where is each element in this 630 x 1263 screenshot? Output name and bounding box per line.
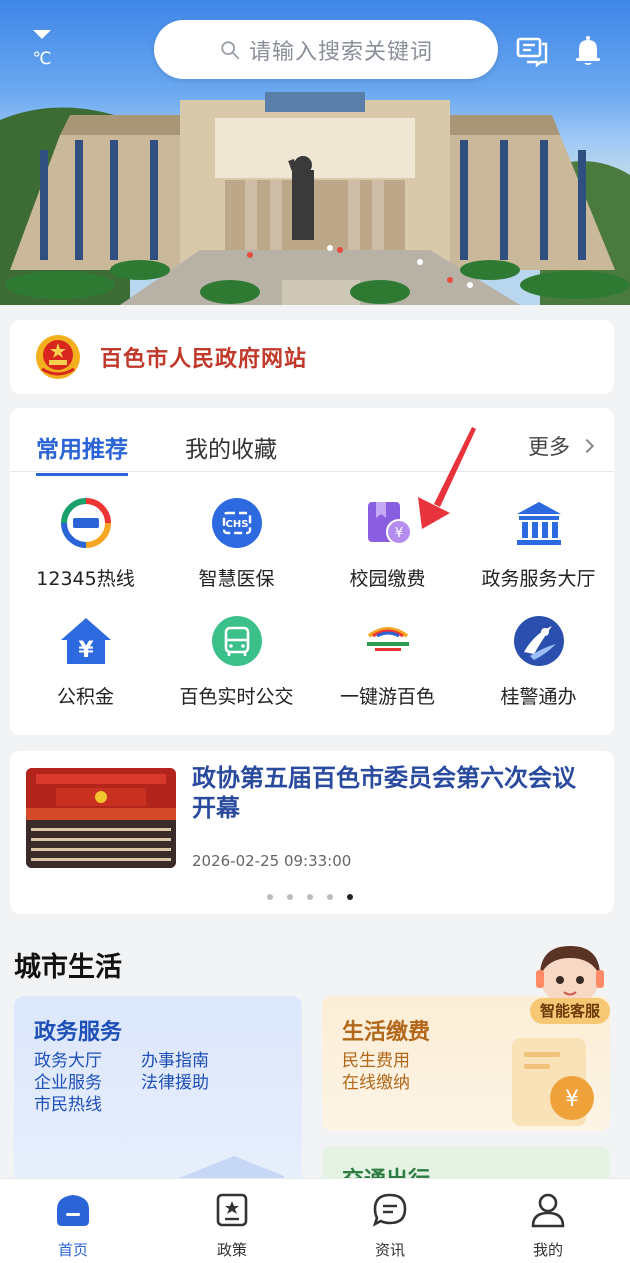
service-tourism[interactable]: 一键游百色 [312, 614, 463, 709]
link-legal-aid[interactable]: 法律援助 [141, 1072, 248, 1094]
service-bus[interactable]: 百色实时公交 [161, 614, 312, 709]
link-guide[interactable]: 办事指南 [141, 1050, 248, 1072]
carousel-indicator [267, 894, 353, 900]
housing-fund-icon: ¥ [60, 618, 111, 664]
carousel-dot[interactable] [327, 894, 333, 900]
tab-favorites-label: 我的收藏 [185, 437, 277, 463]
svg-text:¥: ¥ [565, 1087, 579, 1112]
svg-text:CHS: CHS [225, 519, 248, 530]
bell-icon[interactable] [571, 34, 605, 68]
news-title: 政协第五届百色市委员会第六次会议开幕 [192, 764, 576, 822]
gov-service-tile[interactable]: 政务服务 政务大厅 办事指南 企业服务 法律援助 市民热线 [14, 996, 302, 1196]
tourism-icon [366, 627, 409, 651]
nav-profile-label: 我的 [532, 1241, 563, 1259]
more-button[interactable]: 更多 [528, 431, 595, 461]
service-government-hall[interactable]: 政务服务大厅 [463, 496, 614, 591]
police-service-icon [513, 616, 564, 666]
user-icon [531, 1193, 565, 1228]
section-title-city-life: 城市生活 [14, 952, 122, 983]
service-label: 百色实时公交 [179, 686, 294, 708]
carousel-dot[interactable] [287, 894, 293, 900]
service-label: 桂警通办 [500, 686, 577, 708]
tab-favorites[interactable]: 我的收藏 [185, 430, 277, 464]
tab-recommended[interactable]: 常用推荐 [36, 430, 128, 476]
gov-service-title: 政务服务 [34, 1020, 123, 1045]
nav-policy[interactable]: 政策 [182, 1191, 282, 1260]
hero-banner: ℃ 请输入搜索关键词 [0, 0, 630, 305]
nav-home[interactable]: 首页 [23, 1191, 123, 1260]
services-tabs: 常用推荐 我的收藏 更多 [10, 408, 614, 476]
chevron-right-icon [579, 438, 595, 454]
service-label: 智慧医保 [198, 568, 275, 590]
service-label: 校园缴费 [349, 568, 426, 590]
tab-recommended-label: 常用推荐 [36, 437, 128, 463]
search-bar[interactable]: 请输入搜索关键词 [154, 20, 498, 79]
payment-desc-2: 在线缴纳 [342, 1073, 410, 1093]
nav-home-label: 首页 [57, 1241, 88, 1259]
gov-website-name: 百色市人民政府网站 [100, 347, 308, 372]
payment-desc-1: 民生费用 [342, 1051, 410, 1071]
service-label: 12345热线 [36, 568, 135, 590]
gov-website-card[interactable]: 百色市人民政府网站 [10, 320, 614, 394]
red-arrow-annotation [418, 427, 476, 529]
campus-payment-icon: ¥ [367, 502, 412, 545]
bottom-nav: 首页 政策 资讯 我的 [0, 1178, 630, 1263]
service-label: 政务服务大厅 [481, 568, 596, 590]
bill-icon: ¥ [512, 1038, 594, 1126]
svg-text:¥: ¥ [78, 638, 94, 663]
carousel-dot[interactable] [267, 894, 273, 900]
services-card: 常用推荐 我的收藏 更多 12345热线 CHS 智慧医保 ¥ 校园缴费 政务服… [10, 408, 614, 735]
policy-icon [216, 1193, 248, 1227]
service-police[interactable]: 桂警通办 [463, 614, 614, 709]
carousel-dot-active[interactable] [347, 894, 353, 900]
news-card[interactable]: 政协第五届百色市委员会第六次会议开幕 2026-02-25 09:33:00 [10, 751, 614, 914]
link-citizen-hotline[interactable]: 市民热线 [34, 1094, 141, 1116]
service-label: 一键游百色 [339, 686, 435, 708]
nav-policy-label: 政策 [216, 1241, 247, 1259]
svg-text:¥: ¥ [394, 526, 402, 541]
link-enterprise[interactable]: 企业服务 [34, 1072, 141, 1094]
search-icon [221, 40, 240, 59]
weather-dropdown-icon [33, 30, 51, 39]
nav-news-label: 资讯 [374, 1241, 405, 1259]
service-label: 公积金 [56, 686, 114, 708]
news-thumbnail [26, 768, 176, 868]
active-tab-indicator [36, 473, 128, 476]
service-housing-fund[interactable]: ¥ 公积金 [10, 614, 161, 709]
service-chs-insurance[interactable]: CHS 智慧医保 [161, 496, 312, 591]
national-emblem-icon [36, 335, 80, 379]
nav-news[interactable]: 资讯 [340, 1191, 440, 1260]
chs-insurance-icon: CHS [211, 498, 262, 548]
government-hall-icon [516, 502, 561, 545]
news-date: 2026-02-25 09:33:00 [192, 852, 352, 870]
bus-icon [211, 616, 262, 666]
service-hotline-12345[interactable]: 12345热线 [10, 496, 161, 591]
payment-title: 生活缴费 [342, 1020, 431, 1045]
hotline-12345-icon [60, 498, 111, 548]
message-icon[interactable] [515, 34, 549, 68]
weather-widget[interactable]: ℃ [22, 30, 62, 69]
nav-profile[interactable]: 我的 [498, 1191, 598, 1260]
payment-links: 民生费用 在线缴纳 [342, 1050, 410, 1094]
assistant-badge[interactable]: 智能客服 [530, 998, 610, 1024]
gov-service-links: 政务大厅 办事指南 企业服务 法律援助 市民热线 [34, 1050, 248, 1116]
chat-icon [372, 1193, 407, 1227]
carousel-dot[interactable] [307, 894, 313, 900]
temperature-unit: ℃ [32, 49, 52, 69]
more-label: 更多 [528, 435, 570, 459]
home-icon [57, 1195, 89, 1226]
link-gov-hall[interactable]: 政务大厅 [34, 1050, 141, 1072]
search-placeholder: 请输入搜索关键词 [248, 39, 433, 65]
